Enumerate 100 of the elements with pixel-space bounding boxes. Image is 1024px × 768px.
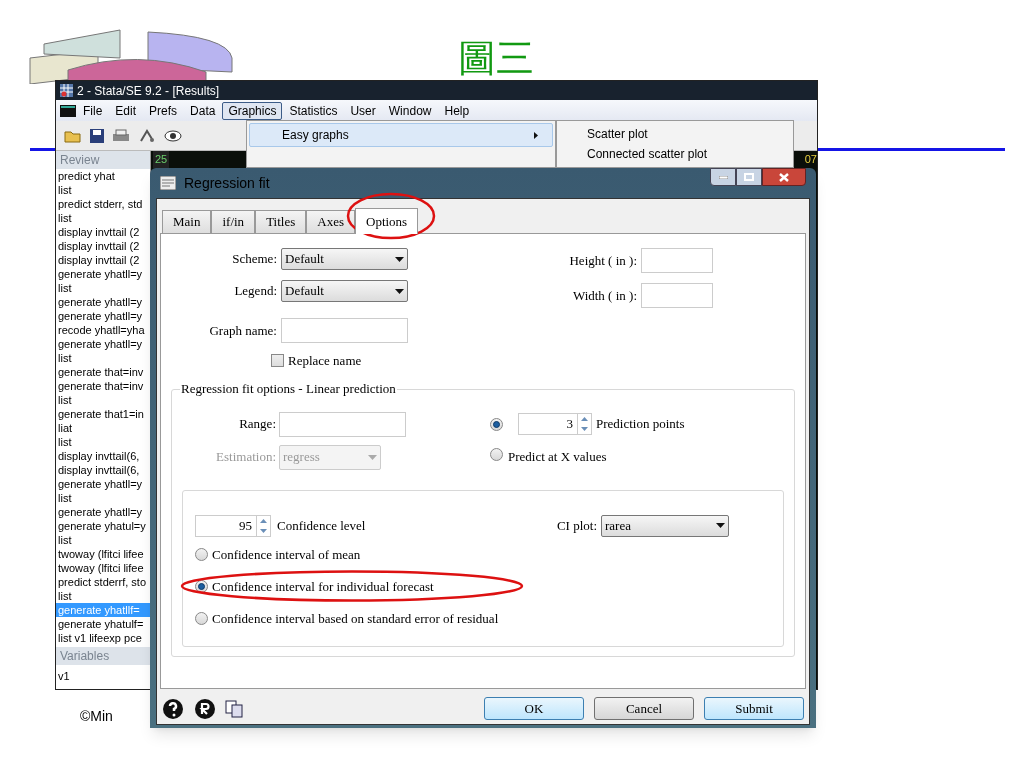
review-item[interactable]: twoway (lfitci lifee xyxy=(56,561,150,575)
maximize-button[interactable] xyxy=(736,168,762,186)
dialog-button[interactable]: Submit xyxy=(704,697,804,720)
menu-entry[interactable]: Easy graphs xyxy=(249,123,553,147)
menu-item[interactable]: User xyxy=(344,101,382,120)
variable-item[interactable]: v1 xyxy=(56,669,150,683)
tab[interactable]: Main xyxy=(162,210,212,233)
input-field[interactable] xyxy=(281,318,408,343)
review-item[interactable]: list xyxy=(56,183,150,197)
review-item[interactable]: recode yhatll=yha xyxy=(56,323,150,337)
menu-item[interactable]: Graphics xyxy=(222,101,283,120)
menu-item[interactable]: Data xyxy=(184,101,222,120)
panel-heading: Review xyxy=(56,151,150,169)
menu-item[interactable]: File xyxy=(77,101,109,120)
review-item[interactable]: twoway (lfitci lifee xyxy=(56,547,150,561)
menu-item[interactable]: Statistics xyxy=(283,101,344,120)
review-item[interactable]: list xyxy=(56,589,150,603)
review-item[interactable]: generate yhatll=y xyxy=(56,267,150,281)
review-item[interactable]: generate that=inv xyxy=(56,365,150,379)
review-item[interactable]: display invttail (2 xyxy=(56,239,150,253)
menu-item[interactable]: Edit xyxy=(109,101,143,120)
radio-button[interactable] xyxy=(195,548,208,561)
dialog-button[interactable]: Cancel xyxy=(594,697,694,720)
review-item[interactable]: generate yhatul=y xyxy=(56,519,150,533)
review-item[interactable]: predict stderr, std xyxy=(56,197,150,211)
tab[interactable]: Titles xyxy=(255,210,307,233)
radio-button[interactable] xyxy=(490,418,503,432)
field-label: CI plot: xyxy=(556,516,597,535)
minimize-button[interactable] xyxy=(710,168,736,186)
dropdown[interactable]: Default xyxy=(281,280,408,302)
dialog-title: Regression fit xyxy=(184,173,271,193)
checkbox-label: Replace name xyxy=(288,352,362,370)
graph-icon[interactable] xyxy=(138,127,156,144)
tab[interactable]: Axes xyxy=(306,210,355,233)
spin-down-icon[interactable] xyxy=(578,424,591,434)
review-item[interactable]: list xyxy=(56,211,150,225)
menu-item[interactable]: Window xyxy=(382,101,438,120)
copy-icon[interactable] xyxy=(224,698,244,719)
review-item[interactable]: liat xyxy=(56,421,150,435)
input-field[interactable] xyxy=(279,411,406,437)
review-item[interactable]: display invttail(6, xyxy=(56,449,150,463)
print-icon[interactable] xyxy=(112,128,130,143)
panel-heading: Variables xyxy=(56,647,150,665)
dropdown[interactable]: Default xyxy=(281,248,408,270)
review-item[interactable]: generate yhatll=y xyxy=(56,337,150,351)
review-item[interactable]: generate that1=in xyxy=(56,407,150,421)
review-item[interactable]: generate yhatll=y xyxy=(56,477,150,491)
slide-title: 圖三 xyxy=(458,36,534,80)
save-icon[interactable] xyxy=(90,128,104,143)
review-item[interactable]: generate yhatll=y xyxy=(56,295,150,309)
review-item[interactable]: display invttail (2 xyxy=(56,225,150,239)
menu-item[interactable]: Help xyxy=(438,101,476,120)
review-item[interactable]: predict stderrf, sto xyxy=(56,575,150,589)
close-icon xyxy=(779,172,789,182)
review-item[interactable]: generate yhatulf= xyxy=(56,617,150,631)
radio-label: Predict at X values xyxy=(508,448,607,467)
checkbox[interactable] xyxy=(271,354,284,368)
review-item[interactable]: list xyxy=(56,351,150,365)
maximize-icon xyxy=(744,173,754,181)
field-label: Legend: xyxy=(233,282,277,301)
tab[interactable]: if/in xyxy=(211,210,256,233)
results-text: 07 xyxy=(804,152,817,167)
caret-icon xyxy=(395,288,404,294)
radio-label: Confidence interval based on standard error of residual xyxy=(212,609,499,628)
review-item[interactable]: predict yhat xyxy=(56,169,150,183)
close-button[interactable] xyxy=(762,168,806,186)
prediction-points-spinner[interactable]: 3 xyxy=(518,413,592,435)
radio-label: Prediction points xyxy=(596,415,685,434)
review-item[interactable]: generate that=inv xyxy=(56,379,150,393)
review-item[interactable]: generate yhatll=y xyxy=(56,505,150,519)
app-icon xyxy=(60,84,73,97)
input-field[interactable] xyxy=(641,248,713,273)
dropdown[interactable]: rarea xyxy=(601,514,729,537)
confidence-level-spinner[interactable]: 95 xyxy=(195,514,271,537)
window-menu-icon[interactable] xyxy=(60,104,76,117)
menu-entry[interactable]: Scatter plot xyxy=(557,124,793,144)
review-item[interactable]: list xyxy=(56,393,150,407)
review-item[interactable]: display invttail (2 xyxy=(56,253,150,267)
field-label: Estimation: xyxy=(215,448,276,467)
review-item[interactable]: list v1 lifeexp pce xyxy=(56,631,150,645)
help-icon[interactable] xyxy=(162,697,184,720)
reset-icon[interactable] xyxy=(194,697,216,720)
radio-button[interactable] xyxy=(490,448,503,462)
radio-label: Confidence interval of mean xyxy=(212,545,361,564)
spin-up-icon[interactable] xyxy=(578,414,591,424)
footer-text: ©Min xyxy=(80,707,113,726)
open-folder-icon[interactable] xyxy=(64,128,82,143)
eye-icon[interactable] xyxy=(164,129,182,142)
review-item[interactable]: generate yhatll=y xyxy=(56,309,150,323)
tab[interactable]: Options xyxy=(355,208,419,234)
menu-entry[interactable]: Connected scatter plot xyxy=(557,144,793,164)
input-field[interactable] xyxy=(641,283,713,308)
radio-button[interactable] xyxy=(195,612,208,625)
review-item[interactable]: list xyxy=(56,491,150,505)
review-item[interactable]: display invttail(6, xyxy=(56,463,150,477)
review-item[interactable]: list xyxy=(56,435,150,449)
menu-item[interactable]: Prefs xyxy=(143,101,184,120)
dialog-button[interactable]: OK xyxy=(484,697,584,720)
review-item[interactable]: list xyxy=(56,533,150,547)
review-item[interactable]: list xyxy=(56,281,150,295)
